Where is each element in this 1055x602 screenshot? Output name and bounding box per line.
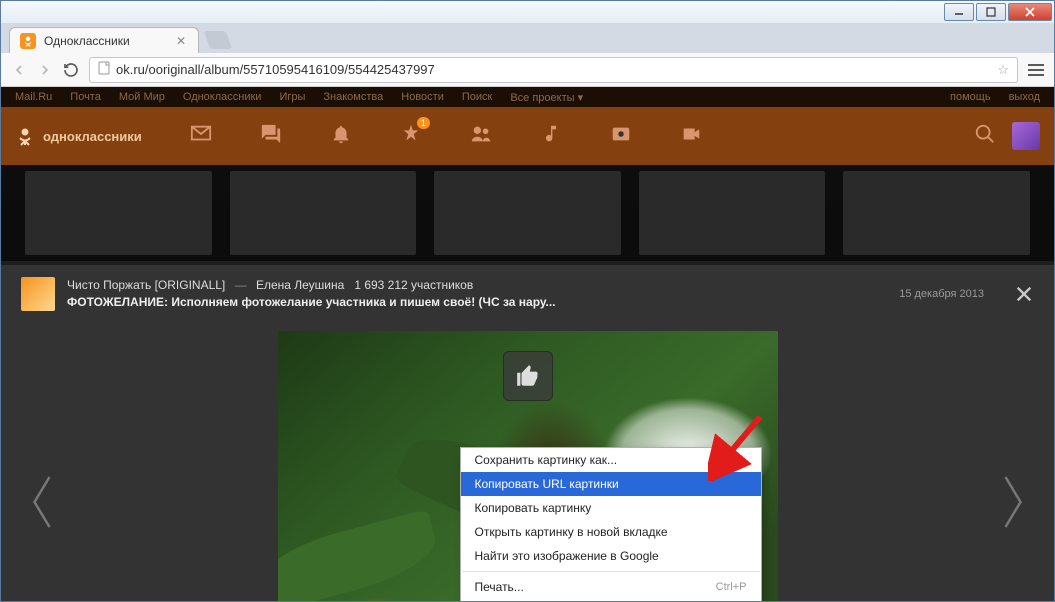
new-tab-button[interactable] [204, 31, 233, 49]
ctx-copy-image-url[interactable]: Копировать URL картинки [461, 472, 761, 496]
ctx-print[interactable]: Печать... Ctrl+P [461, 575, 761, 599]
reload-button[interactable] [63, 62, 79, 78]
url-text: ok.ru/ooriginall/album/55710595416109/55… [116, 62, 435, 77]
address-bar: ok.ru/ooriginall/album/55710595416109/55… [1, 53, 1054, 87]
minimize-button[interactable] [944, 3, 974, 21]
group-name-link[interactable]: Чисто Поржать [ORIGINALL] [67, 278, 225, 292]
photo-meta-line: Чисто Поржать [ORIGINALL] — Елена Леушин… [67, 277, 887, 294]
ctx-shortcut: Ctrl+P [716, 581, 747, 593]
context-menu: Сохранить картинку как... Копировать URL… [460, 447, 762, 601]
members-count: 1 693 212 участников [354, 278, 473, 292]
forward-button[interactable] [37, 62, 53, 78]
close-window-button[interactable] [1008, 3, 1052, 21]
page-content: Mail.Ru Почта Мой Мир Одноклассники Игры… [1, 87, 1054, 601]
group-avatar[interactable] [21, 277, 55, 311]
album-title[interactable]: ФОТОЖЕЛАНИЕ: Исполняем фотожелание участ… [67, 294, 887, 311]
prev-photo-button[interactable] [27, 472, 57, 537]
tab-title: Одноклассники [44, 34, 130, 48]
next-photo-button[interactable] [998, 472, 1028, 537]
ctx-open-image-new-tab[interactable]: Открыть картинку в новой вкладке [461, 520, 761, 544]
url-input[interactable]: ok.ru/ooriginall/album/55710595416109/55… [89, 57, 1018, 83]
ctx-separator [462, 571, 760, 572]
browser-tab[interactable]: Одноклассники ✕ [9, 27, 199, 53]
chrome-menu-button[interactable] [1028, 64, 1044, 76]
ctx-save-image-as[interactable]: Сохранить картинку как... [461, 448, 761, 472]
window-title-bar [1, 1, 1054, 23]
photo-lightbox: Чисто Поржать [ORIGINALL] — Елена Леушин… [1, 87, 1054, 601]
bookmark-star-icon[interactable]: ☆ [997, 62, 1009, 78]
ok-favicon-icon [20, 33, 36, 49]
lightbox-close-button[interactable] [1014, 284, 1034, 304]
ctx-search-google-image[interactable]: Найти это изображение в Google [461, 544, 761, 568]
ctx-copy-image[interactable]: Копировать картинку [461, 496, 761, 520]
back-button[interactable] [11, 62, 27, 78]
author-name[interactable]: Елена Леушина [256, 278, 344, 292]
photo-date: 15 декабря 2013 [899, 288, 984, 300]
maximize-button[interactable] [976, 3, 1006, 21]
browser-tab-strip: Одноклассники ✕ [1, 23, 1054, 53]
tab-close-icon[interactable]: ✕ [174, 34, 188, 48]
page-icon [98, 61, 110, 78]
photo-image[interactable]: PC4ME.RU Сохранить картинку как... Копир… [278, 331, 778, 601]
like-button[interactable] [503, 351, 553, 401]
